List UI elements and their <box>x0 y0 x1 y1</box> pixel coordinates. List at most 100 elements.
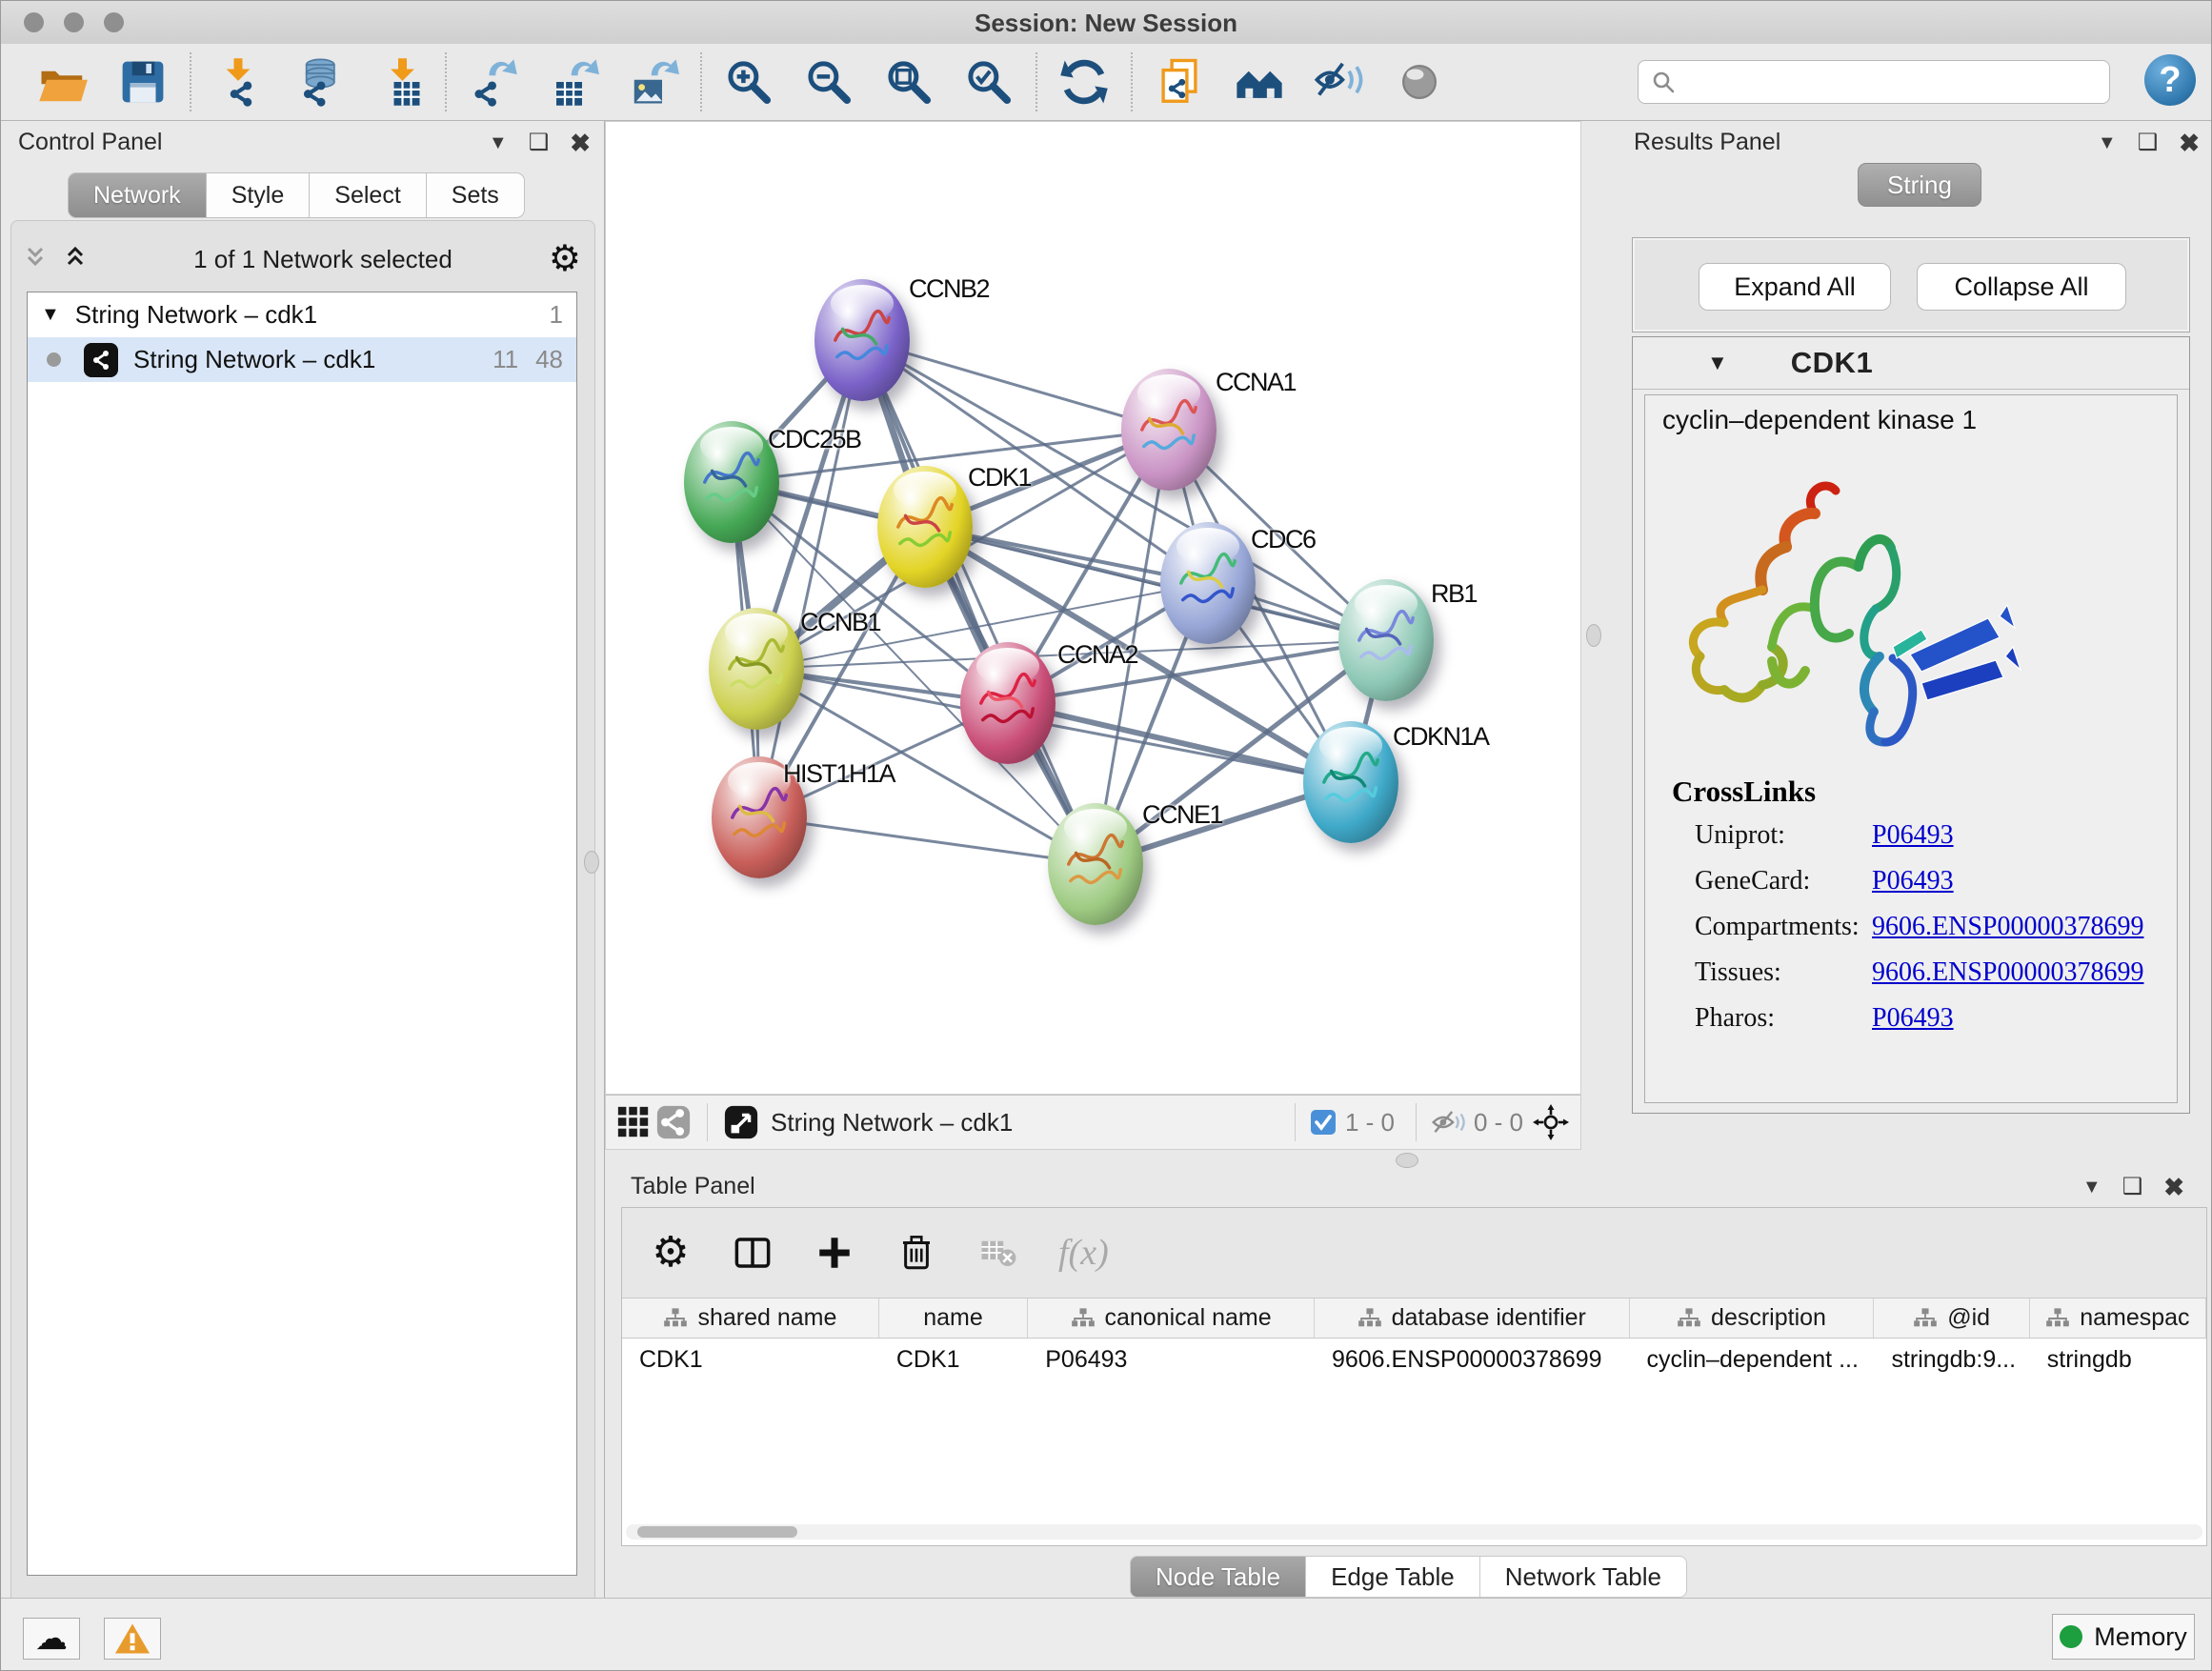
search-input[interactable] <box>1684 68 2109 96</box>
table-cell[interactable]: cyclin–dependent ... <box>1630 1339 1875 1380</box>
import-network-from-database-icon[interactable] <box>291 54 346 110</box>
control-panel-close-icon[interactable]: ✖ <box>570 131 591 155</box>
network-from-clipboard-icon[interactable] <box>1152 54 1207 110</box>
warnings-icon[interactable] <box>104 1618 161 1660</box>
save-session-icon[interactable] <box>115 54 171 110</box>
control-panel-collapse-icon[interactable]: ▼ <box>489 133 508 152</box>
hidden-eye-icon[interactable] <box>1430 1106 1466 1138</box>
crosslink-link[interactable]: 9606.ENSP00000378699 <box>1872 912 2143 942</box>
crosslink-link[interactable]: 9606.ENSP00000378699 <box>1872 957 2143 988</box>
results-panel-collapse-icon[interactable]: ▼ <box>2098 133 2117 152</box>
network-node-CCNB1[interactable] <box>709 608 804 730</box>
tab-string[interactable]: String <box>1858 163 1981 207</box>
show-all-icon[interactable] <box>1392 54 1447 110</box>
help-icon[interactable]: ? <box>2144 54 2196 106</box>
crosslink-link[interactable]: P06493 <box>1872 820 1954 851</box>
table-cell[interactable]: CDK1 <box>622 1339 879 1380</box>
tab-select[interactable]: Select <box>310 172 426 218</box>
network-node-CDK1[interactable] <box>877 466 973 588</box>
network-node-CDC6[interactable] <box>1160 522 1256 644</box>
expand-all-icon[interactable] <box>65 245 97 273</box>
add-column-icon[interactable] <box>813 1231 856 1275</box>
table-cell[interactable]: P06493 <box>1028 1339 1315 1380</box>
apply-layout-icon[interactable] <box>1056 54 1112 110</box>
toolbar-separator <box>1036 52 1037 111</box>
column-header-canonical-name[interactable]: canonical name <box>1028 1299 1315 1338</box>
zoom-out-icon[interactable] <box>801 54 856 110</box>
column-header-shared-name[interactable]: shared name <box>622 1299 879 1338</box>
delete-table-icon[interactable] <box>976 1231 1020 1275</box>
crosslink-link[interactable]: P06493 <box>1872 866 1954 896</box>
table-panel-collapse-icon[interactable]: ▼ <box>2082 1178 2101 1197</box>
birds-eye-view-icon[interactable] <box>721 1102 761 1142</box>
table-settings-gear-icon[interactable]: ⚙ <box>649 1231 693 1275</box>
cloud-status-icon[interactable]: ☁ <box>23 1618 80 1660</box>
show-columns-icon[interactable] <box>731 1231 774 1275</box>
column-header-database-identifier[interactable]: database identifier <box>1315 1299 1630 1338</box>
table-cell[interactable]: CDK1 <box>879 1339 1028 1380</box>
delete-column-icon[interactable] <box>895 1231 938 1275</box>
network-overview-icon[interactable] <box>1232 54 1287 110</box>
export-network-icon[interactable] <box>466 54 521 110</box>
table-cell[interactable]: stringdb:9... <box>1874 1339 2029 1380</box>
import-table-from-file-icon[interactable] <box>371 54 426 110</box>
crosslink-link[interactable]: P06493 <box>1872 1003 1954 1034</box>
network-canvas[interactable]: CCNB2CCNA1CDC25BCDK1CDC6RB1CCNB1CCNA2CDK… <box>605 121 1581 1095</box>
string-view-icon[interactable] <box>654 1102 694 1142</box>
network-node-CCNA1[interactable] <box>1121 369 1217 491</box>
results-panel-float-icon[interactable]: ❑ <box>2138 131 2159 154</box>
left-splitter-handle[interactable] <box>584 851 599 874</box>
network-options-gear-icon[interactable]: ⚙ <box>549 241 581 277</box>
network-node-CDKN1A[interactable] <box>1303 721 1398 843</box>
selected-checkbox-icon[interactable] <box>1309 1108 1337 1137</box>
network-node-RB1[interactable] <box>1338 579 1434 701</box>
search-box[interactable] <box>1638 60 2110 104</box>
column-header--id[interactable]: @id <box>1874 1299 2029 1338</box>
table-cell[interactable]: stringdb <box>2030 1339 2206 1380</box>
export-table-icon[interactable] <box>546 54 601 110</box>
fit-selected-crosshair-icon[interactable] <box>1531 1102 1571 1142</box>
network-collection-item[interactable]: ▼ String Network – cdk1 1 <box>28 292 576 337</box>
tab-style[interactable]: Style <box>207 172 311 218</box>
table-row[interactable]: CDK1CDK1P064939606.ENSP00000378699cyclin… <box>622 1339 2206 1380</box>
zoom-fit-content-icon[interactable] <box>881 54 936 110</box>
collapse-branch-icon[interactable]: ▼ <box>41 304 60 326</box>
open-file-icon[interactable] <box>35 54 90 110</box>
column-header-name[interactable]: name <box>879 1299 1028 1338</box>
gene-card-header[interactable]: ▼ CDK1 <box>1633 337 2189 390</box>
scrollbar-thumb[interactable] <box>637 1526 797 1538</box>
network-node-CCNA2[interactable] <box>960 642 1056 764</box>
collapse-gene-icon[interactable]: ▼ <box>1707 351 1728 375</box>
right-splitter-handle[interactable] <box>1586 624 1601 647</box>
tab-network[interactable]: Network <box>68 172 207 218</box>
zoom-selected-icon[interactable] <box>961 54 1016 110</box>
collapse-all-icon[interactable] <box>25 245 57 273</box>
export-image-icon[interactable] <box>626 54 681 110</box>
node-label-CDKN1A: CDKN1A <box>1393 722 1489 752</box>
column-header-description[interactable]: description <box>1630 1299 1875 1338</box>
table-panel-float-icon[interactable]: ❑ <box>2122 1176 2143 1198</box>
horizontal-splitter-handle[interactable] <box>1396 1153 1418 1168</box>
network-node-CCNE1[interactable] <box>1048 803 1143 925</box>
table-panel-close-icon[interactable]: ✖ <box>2163 1175 2184 1199</box>
function-builder-icon[interactable]: f(x) <box>1058 1232 1109 1274</box>
network-tree-item[interactable]: String Network – cdk1 11 48 <box>28 337 576 382</box>
network-node-CCNB2[interactable] <box>814 279 910 401</box>
hide-selected-icon[interactable] <box>1312 54 1367 110</box>
tab-edge-table[interactable]: Edge Table <box>1306 1556 1480 1598</box>
import-network-from-file-icon[interactable] <box>211 54 266 110</box>
column-header-namespac[interactable]: namespac <box>2030 1299 2206 1338</box>
table-cell[interactable]: 9606.ENSP00000378699 <box>1315 1339 1630 1380</box>
results-panel-close-icon[interactable]: ✖ <box>2179 131 2200 155</box>
collapse-all-button[interactable]: Collapse All <box>1917 263 2126 311</box>
expand-all-button[interactable]: Expand All <box>1699 263 1891 311</box>
control-panel-float-icon[interactable]: ❑ <box>529 131 550 154</box>
memory-button[interactable]: Memory <box>2052 1614 2195 1660</box>
grid-view-icon[interactable] <box>613 1102 654 1142</box>
network-node-CDC25B[interactable] <box>684 421 779 543</box>
table-horizontal-scrollbar[interactable] <box>626 1524 2202 1540</box>
tab-network-table[interactable]: Network Table <box>1480 1556 1687 1598</box>
zoom-in-icon[interactable] <box>721 54 776 110</box>
tab-sets[interactable]: Sets <box>427 172 525 218</box>
tab-node-table[interactable]: Node Table <box>1130 1556 1306 1598</box>
